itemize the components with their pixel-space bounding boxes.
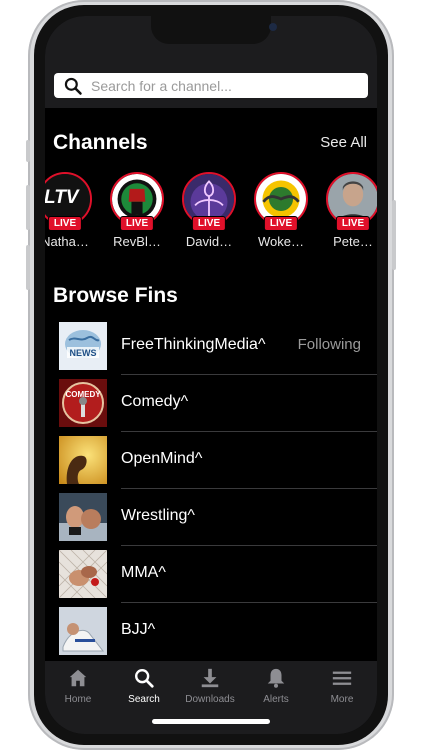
tab-alerts[interactable]: Alerts xyxy=(243,667,309,705)
tab-home[interactable]: Home xyxy=(45,667,111,705)
news-thumb-text: NEWS xyxy=(70,348,97,358)
fin-name: OpenMind^ xyxy=(121,450,203,467)
volume-down-button xyxy=(26,245,30,290)
fin-item[interactable]: MMA^ xyxy=(59,546,377,603)
channel-name: RevBl… xyxy=(113,234,161,249)
download-icon xyxy=(201,668,219,688)
channel-item[interactable]: LIVE RevBl… xyxy=(107,172,167,249)
app-screen: Channels See All LTV LIVE Natha… xyxy=(45,16,377,734)
channel-item[interactable]: LIVE David… xyxy=(179,172,239,249)
menu-icon xyxy=(332,671,352,685)
channel-name: Pete… xyxy=(333,234,373,249)
tab-search[interactable]: Search xyxy=(111,667,177,705)
browse-heading: Browse Fins xyxy=(53,284,178,307)
tab-downloads[interactable]: Downloads xyxy=(177,667,243,705)
tab-label: Downloads xyxy=(185,694,235,705)
search-icon xyxy=(135,669,154,688)
news-thumb: NEWS xyxy=(59,322,107,370)
channel-item[interactable]: LTV LIVE Natha… xyxy=(45,172,95,249)
tab-label: Search xyxy=(128,694,160,705)
volume-up-button xyxy=(26,185,30,230)
search-icon xyxy=(64,77,82,95)
ltv-logo: LTV xyxy=(45,187,79,208)
fin-name: BJJ^ xyxy=(121,621,156,638)
search-bar[interactable] xyxy=(54,73,368,98)
mma-thumb xyxy=(59,550,107,598)
following-status[interactable]: Following xyxy=(298,336,361,353)
comedy-thumb: COMEDY xyxy=(59,379,107,427)
tab-label: More xyxy=(330,694,354,705)
tab-label: Alerts xyxy=(263,694,289,705)
bjj-thumb xyxy=(59,607,107,655)
fin-name: Wrestling^ xyxy=(121,507,195,524)
search-input[interactable] xyxy=(91,77,351,94)
live-badge: LIVE xyxy=(335,216,371,231)
channel-name: David… xyxy=(185,234,233,249)
fin-item[interactable]: NEWS FreeThinkingMedia^ Following xyxy=(59,318,377,375)
tab-more[interactable]: More xyxy=(309,667,375,705)
live-badge: LIVE xyxy=(263,216,299,231)
fin-item[interactable]: COMEDY Comedy^ xyxy=(59,375,377,432)
wrestling-thumb xyxy=(59,493,107,541)
camera xyxy=(269,23,277,31)
channel-item[interactable]: LIVE Pete… xyxy=(323,172,377,249)
fin-name: FreeThinkingMedia^ xyxy=(121,336,266,353)
channel-name: Woke… xyxy=(258,234,304,249)
openmind-thumb xyxy=(59,436,107,484)
power-button xyxy=(392,200,396,270)
fin-item[interactable]: BJJ^ xyxy=(59,603,377,660)
live-badge: LIVE xyxy=(47,216,83,231)
fin-name: MMA^ xyxy=(121,564,166,581)
tab-label: Home xyxy=(64,694,92,705)
channel-item[interactable]: LIVE Woke… xyxy=(251,172,311,249)
fin-name: Comedy^ xyxy=(121,393,189,410)
home-icon xyxy=(69,669,87,687)
home-indicator[interactable] xyxy=(152,719,270,724)
mute-switch xyxy=(26,140,30,162)
channels-carousel[interactable]: LTV LIVE Natha… LIVE RevBl… LIVE David… … xyxy=(45,172,377,272)
notch xyxy=(151,16,277,44)
channels-heading: Channels xyxy=(53,131,148,154)
fin-item[interactable]: OpenMind^ xyxy=(59,432,377,489)
live-badge: LIVE xyxy=(191,216,227,231)
live-badge: LIVE xyxy=(119,216,155,231)
channel-name: Natha… xyxy=(45,234,89,249)
see-all-link[interactable]: See All xyxy=(320,134,367,151)
fin-item[interactable]: Wrestling^ xyxy=(59,489,377,546)
bell-icon xyxy=(267,668,285,688)
